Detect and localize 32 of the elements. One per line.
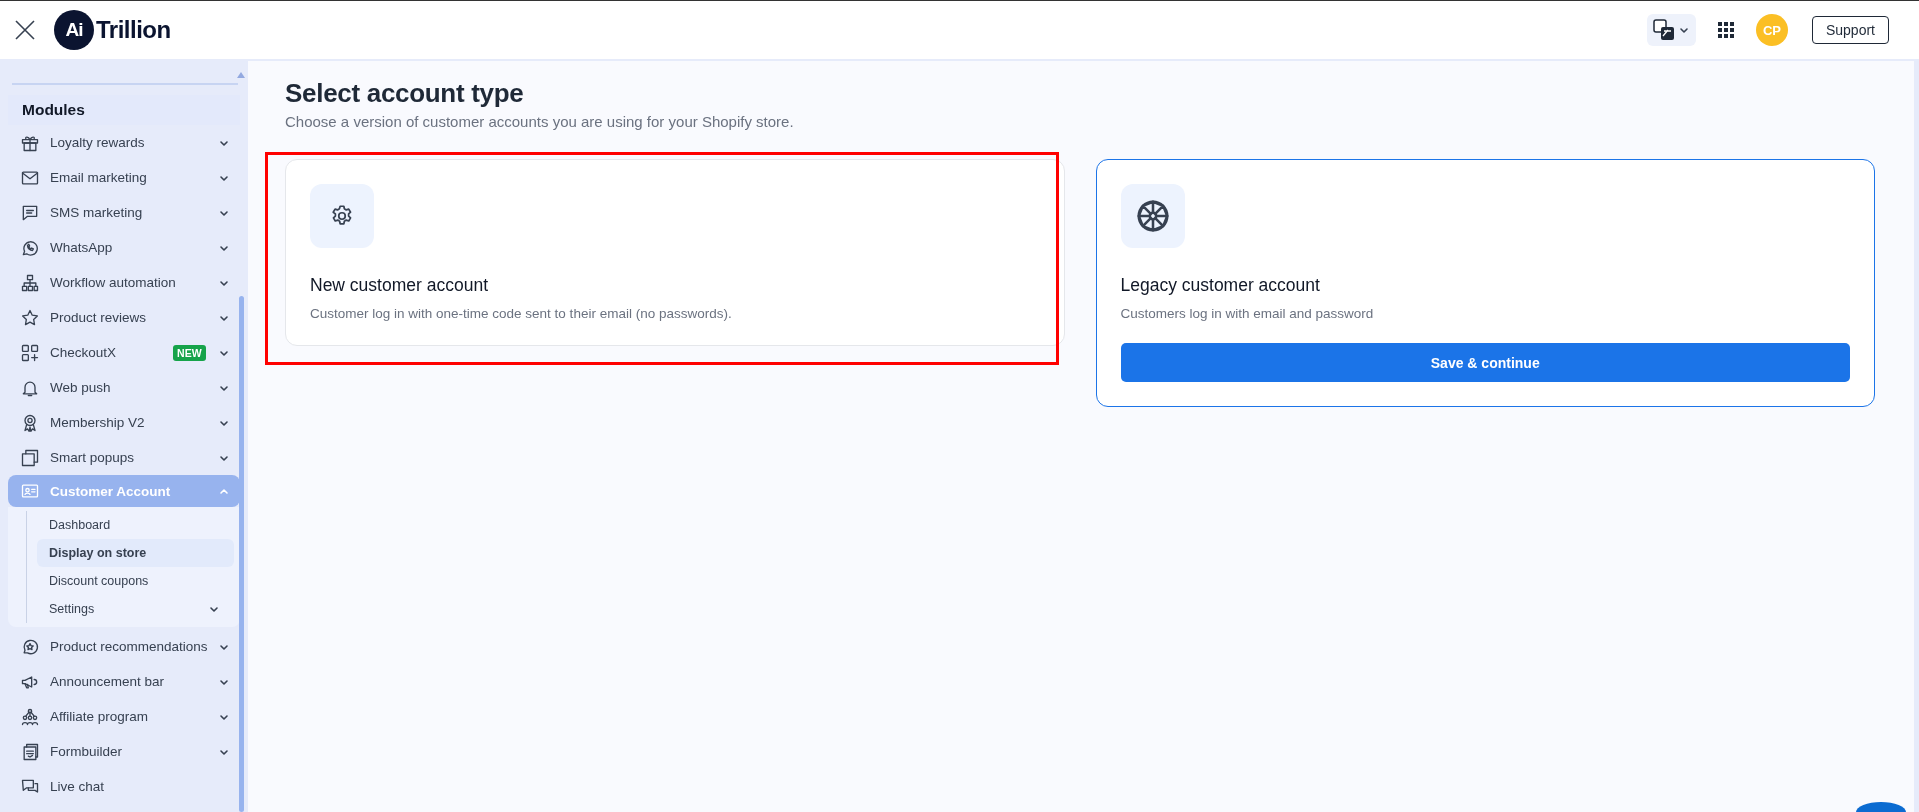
sidebar-item[interactable]: Web push — [8, 370, 240, 405]
sidebar-item[interactable]: Affiliate program — [8, 699, 240, 734]
option-title: New customer account — [310, 275, 489, 296]
sidebar-item[interactable]: Announcement bar — [8, 664, 240, 699]
sidebar-item[interactable]: SMS marketing — [8, 195, 240, 230]
sidebar-item[interactable]: Smart popups — [8, 440, 240, 475]
sidebar-item[interactable]: CheckoutX NEW — [8, 335, 240, 370]
support-button[interactable]: Support — [1811, 16, 1889, 44]
submenu-item[interactable]: Settings — [37, 595, 234, 623]
submenu-item[interactable]: Display on store — [37, 539, 234, 567]
sidebar-item[interactable]: Formbuilder — [8, 734, 240, 769]
save-continue-button[interactable]: Save & continue — [1120, 343, 1850, 382]
sidebar-item[interactable]: WhatsApp — [8, 230, 240, 265]
account-option-card[interactable]: Legacy customer account Customers log in with email and password Save & continue — [1095, 159, 1875, 407]
account-option-card[interactable]: New customer account Customer log in with one-time code sent to their email (no passwords). — [285, 159, 1065, 346]
logo-text: Trillion — [96, 16, 171, 44]
new-badge: NEW — [173, 344, 206, 361]
sidebar-item[interactable]: Membership V2 — [8, 405, 240, 440]
option-description: Customers log in with email and password — [1120, 306, 1375, 321]
submenu-item[interactable]: Dashboard — [37, 511, 234, 539]
page-subtitle: Choose a version of customer accounts you are using for your Shopify store. — [285, 113, 795, 130]
sidebar-item[interactable]: Loyalty rewards — [8, 125, 240, 160]
option-title: Legacy customer account — [1120, 275, 1321, 296]
sidebar-item[interactable]: Product recommendations — [8, 629, 240, 664]
sidebar-item[interactable]: Email marketing — [8, 160, 240, 195]
logo-mark: Ai — [54, 10, 94, 50]
sidebar-item[interactable]: Live chat — [8, 769, 240, 804]
sidebar-item[interactable]: Product reviews — [8, 300, 240, 335]
page-title: Select account type — [285, 78, 525, 109]
submenu-item[interactable]: Discount coupons — [37, 567, 234, 595]
sidebar-item[interactable]: Workflow automation — [8, 265, 240, 300]
option-description: Customer log in with one-time code sent to their email (no passwords). — [310, 306, 733, 321]
